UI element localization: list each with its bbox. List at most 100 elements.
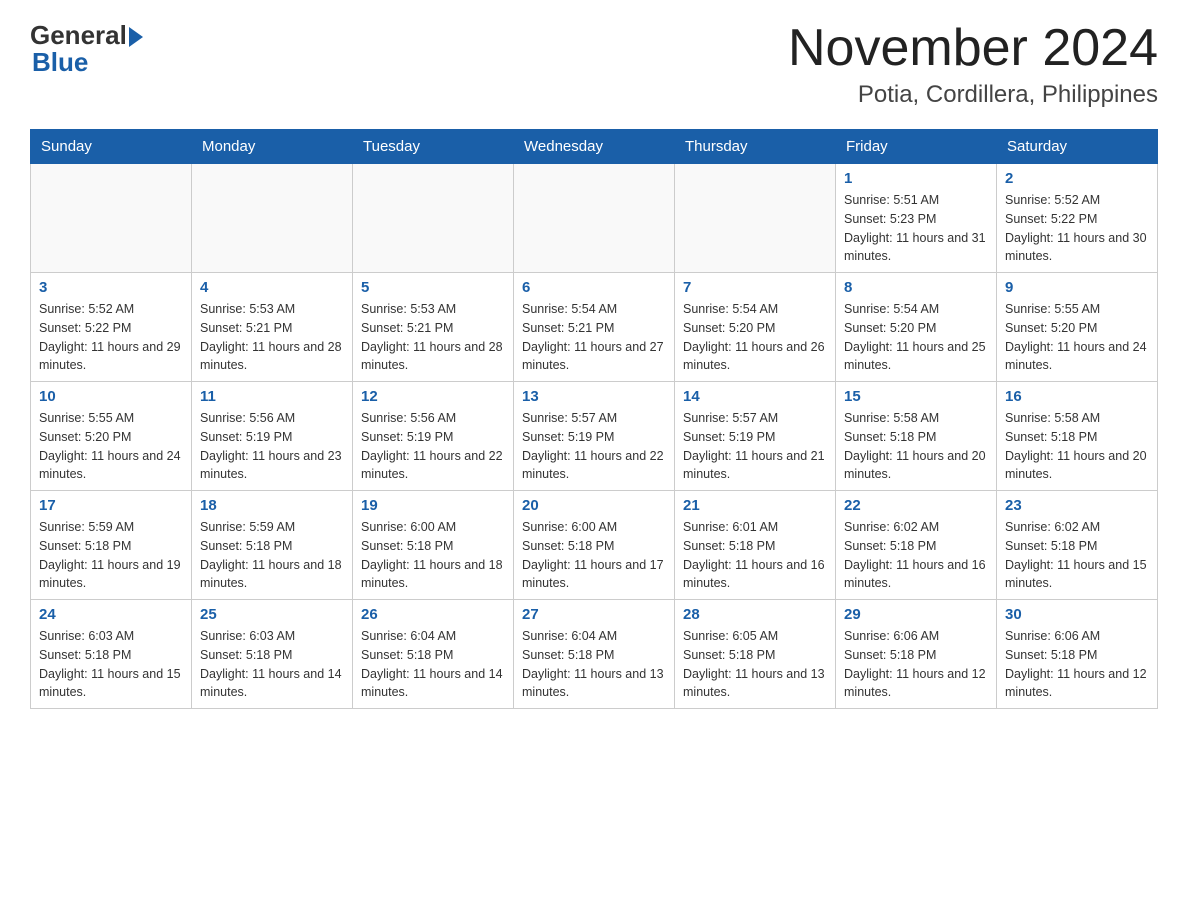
day-info: Sunrise: 5:54 AMSunset: 5:20 PMDaylight:… [844, 300, 988, 375]
day-number: 18 [200, 497, 344, 514]
day-number: 30 [1005, 606, 1149, 623]
day-info: Sunrise: 6:04 AMSunset: 5:18 PMDaylight:… [522, 627, 666, 702]
day-number: 26 [361, 606, 505, 623]
calendar-cell: 9 Sunrise: 5:55 AMSunset: 5:20 PMDaylight… [997, 273, 1158, 382]
day-info: Sunrise: 5:56 AMSunset: 5:19 PMDaylight:… [200, 409, 344, 484]
calendar-cell: 27 Sunrise: 6:04 AMSunset: 5:18 PMDayligh… [514, 600, 675, 709]
calendar-cell: 15Sunrise: 5:58 AMSunset: 5:18 PMDayligh… [836, 382, 997, 491]
logo-arrow-icon [129, 27, 143, 47]
calendar-cell: 30 Sunrise: 6:06 AMSunset: 5:18 PMDayligh… [997, 600, 1158, 709]
calendar-cell: 14 Sunrise: 5:57 AMSunset: 5:19 PMDayligh… [675, 382, 836, 491]
day-info: Sunrise: 5:57 AMSunset: 5:19 PMDaylight:… [683, 409, 827, 484]
day-number: 28 [683, 606, 827, 623]
day-info: Sunrise: 6:06 AMSunset: 5:18 PMDaylight:… [844, 627, 988, 702]
day-info: Sunrise: 6:02 AMSunset: 5:18 PMDaylight:… [844, 518, 988, 593]
day-number: 13 [522, 388, 666, 405]
calendar-cell: 12 Sunrise: 5:56 AMSunset: 5:19 PMDayligh… [353, 382, 514, 491]
page-subtitle: Potia, Cordillera, Philippines [788, 81, 1158, 109]
day-info: Sunrise: 5:58 AMSunset: 5:18 PMDaylight:… [1005, 409, 1149, 484]
page-title: November 2024 [788, 20, 1158, 77]
calendar-cell [31, 164, 192, 273]
day-info: Sunrise: 6:04 AMSunset: 5:18 PMDaylight:… [361, 627, 505, 702]
calendar-week-row: 17 Sunrise: 5:59 AMSunset: 5:18 PMDayligh… [31, 491, 1158, 600]
day-info: Sunrise: 5:56 AMSunset: 5:19 PMDaylight:… [361, 409, 505, 484]
day-number: 27 [522, 606, 666, 623]
calendar-table: SundayMondayTuesdayWednesdayThursdayFrid… [30, 129, 1158, 709]
day-info: Sunrise: 6:03 AMSunset: 5:18 PMDaylight:… [200, 627, 344, 702]
day-info: Sunrise: 5:53 AMSunset: 5:21 PMDaylight:… [361, 300, 505, 375]
page-header: General Blue November 2024 Potia, Cordil… [30, 20, 1158, 109]
calendar-cell [353, 164, 514, 273]
day-number: 5 [361, 279, 505, 296]
calendar-cell: 26 Sunrise: 6:04 AMSunset: 5:18 PMDayligh… [353, 600, 514, 709]
calendar-cell: 4Sunrise: 5:53 AMSunset: 5:21 PMDaylight… [192, 273, 353, 382]
calendar-cell: 24Sunrise: 6:03 AMSunset: 5:18 PMDayligh… [31, 600, 192, 709]
day-info: Sunrise: 6:06 AMSunset: 5:18 PMDaylight:… [1005, 627, 1149, 702]
day-info: Sunrise: 5:51 AMSunset: 5:23 PMDaylight:… [844, 191, 988, 266]
logo: General Blue [30, 20, 143, 78]
calendar-cell: 28Sunrise: 6:05 AMSunset: 5:18 PMDayligh… [675, 600, 836, 709]
day-info: Sunrise: 5:59 AMSunset: 5:18 PMDaylight:… [39, 518, 183, 593]
day-info: Sunrise: 6:00 AMSunset: 5:18 PMDaylight:… [522, 518, 666, 593]
day-number: 12 [361, 388, 505, 405]
calendar-cell: 10 Sunrise: 5:55 AMSunset: 5:20 PMDayligh… [31, 382, 192, 491]
calendar-cell: 11 Sunrise: 5:56 AMSunset: 5:19 PMDayligh… [192, 382, 353, 491]
calendar-header-monday: Monday [192, 130, 353, 164]
day-info: Sunrise: 5:55 AMSunset: 5:20 PMDaylight:… [1005, 300, 1149, 375]
calendar-header-row: SundayMondayTuesdayWednesdayThursdayFrid… [31, 130, 1158, 164]
calendar-cell [675, 164, 836, 273]
calendar-cell: 13 Sunrise: 5:57 AMSunset: 5:19 PMDayligh… [514, 382, 675, 491]
calendar-cell: 18 Sunrise: 5:59 AMSunset: 5:18 PMDayligh… [192, 491, 353, 600]
day-info: Sunrise: 5:54 AMSunset: 5:21 PMDaylight:… [522, 300, 666, 375]
calendar-header-thursday: Thursday [675, 130, 836, 164]
calendar-cell: 7 Sunrise: 5:54 AMSunset: 5:20 PMDaylight… [675, 273, 836, 382]
day-number: 17 [39, 497, 183, 514]
calendar-header-saturday: Saturday [997, 130, 1158, 164]
day-number: 19 [361, 497, 505, 514]
day-number: 23 [1005, 497, 1149, 514]
day-number: 11 [200, 388, 344, 405]
calendar-cell: 29 Sunrise: 6:06 AMSunset: 5:18 PMDayligh… [836, 600, 997, 709]
calendar-week-row: 3Sunrise: 5:52 AMSunset: 5:22 PMDaylight… [31, 273, 1158, 382]
day-number: 8 [844, 279, 988, 296]
day-number: 14 [683, 388, 827, 405]
day-number: 7 [683, 279, 827, 296]
day-info: Sunrise: 5:54 AMSunset: 5:20 PMDaylight:… [683, 300, 827, 375]
calendar-week-row: 1 Sunrise: 5:51 AMSunset: 5:23 PMDaylight… [31, 164, 1158, 273]
day-info: Sunrise: 6:00 AMSunset: 5:18 PMDaylight:… [361, 518, 505, 593]
calendar-cell: 23 Sunrise: 6:02 AMSunset: 5:18 PMDayligh… [997, 491, 1158, 600]
day-info: Sunrise: 6:02 AMSunset: 5:18 PMDaylight:… [1005, 518, 1149, 593]
calendar-week-row: 24 Sunrise: 6:03 AMSunset: 5:18 PMDayligh… [31, 600, 1158, 709]
day-number: 1 [844, 170, 988, 187]
calendar-cell: 17 Sunrise: 5:59 AMSunset: 5:18 PMDayligh… [31, 491, 192, 600]
day-number: 21 [683, 497, 827, 514]
calendar-cell: 25Sunrise: 6:03 AMSunset: 5:18 PMDayligh… [192, 600, 353, 709]
day-number: 29 [844, 606, 988, 623]
day-number: 16 [1005, 388, 1149, 405]
calendar-cell: 16 Sunrise: 5:58 AMSunset: 5:18 PMDayligh… [997, 382, 1158, 491]
calendar-cell: 1 Sunrise: 5:51 AMSunset: 5:23 PMDaylight… [836, 164, 997, 273]
calendar-cell: 20 Sunrise: 6:00 AMSunset: 5:18 PMDayligh… [514, 491, 675, 600]
day-number: 2 [1005, 170, 1149, 187]
day-number: 15 [844, 388, 988, 405]
calendar-cell: 5 Sunrise: 5:53 AMSunset: 5:21 PMDaylight… [353, 273, 514, 382]
calendar-header-wednesday: Wednesday [514, 130, 675, 164]
calendar-cell [192, 164, 353, 273]
calendar-week-row: 10 Sunrise: 5:55 AMSunset: 5:20 PMDayligh… [31, 382, 1158, 491]
calendar-header-friday: Friday [836, 130, 997, 164]
day-info: Sunrise: 5:55 AMSunset: 5:20 PMDaylight:… [39, 409, 183, 484]
day-info: Sunrise: 6:01 AMSunset: 5:18 PMDaylight:… [683, 518, 827, 593]
day-number: 20 [522, 497, 666, 514]
day-number: 9 [1005, 279, 1149, 296]
calendar-cell: 3Sunrise: 5:52 AMSunset: 5:22 PMDaylight… [31, 273, 192, 382]
calendar-cell: 2 Sunrise: 5:52 AMSunset: 5:22 PMDaylight… [997, 164, 1158, 273]
day-number: 3 [39, 279, 183, 296]
day-number: 24 [39, 606, 183, 623]
day-info: Sunrise: 5:59 AMSunset: 5:18 PMDaylight:… [200, 518, 344, 593]
day-info: Sunrise: 5:57 AMSunset: 5:19 PMDaylight:… [522, 409, 666, 484]
day-number: 10 [39, 388, 183, 405]
title-block: November 2024 Potia, Cordillera, Philipp… [788, 20, 1158, 109]
calendar-cell: 21 Sunrise: 6:01 AMSunset: 5:18 PMDayligh… [675, 491, 836, 600]
day-info: Sunrise: 5:52 AMSunset: 5:22 PMDaylight:… [1005, 191, 1149, 266]
calendar-cell: 6Sunrise: 5:54 AMSunset: 5:21 PMDaylight… [514, 273, 675, 382]
